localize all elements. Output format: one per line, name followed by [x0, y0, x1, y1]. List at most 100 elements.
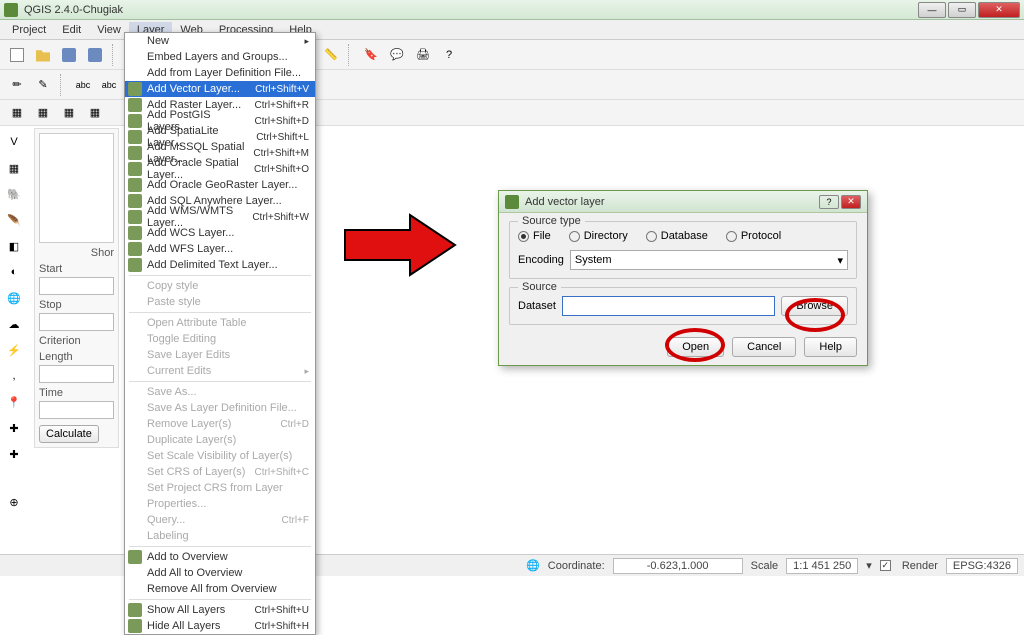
menu-item-show-all-layers[interactable]: Show All LayersCtrl+Shift+U	[125, 602, 315, 618]
add-wcs-icon[interactable]: ☁	[2, 312, 26, 336]
save-as-icon[interactable]	[84, 44, 106, 66]
dataset-input[interactable]	[562, 296, 775, 316]
menu-item-add-to-overview[interactable]: Add to Overview	[125, 549, 315, 565]
menu-item-label: Query...	[147, 514, 185, 526]
menu-item-add-wcs-layer[interactable]: Add WCS Layer...	[125, 225, 315, 241]
open-project-icon[interactable]	[32, 44, 54, 66]
radio-protocol[interactable]: Protocol	[726, 230, 781, 242]
radio-file[interactable]: File	[518, 230, 551, 242]
add-gps-icon[interactable]: 📍	[2, 390, 26, 414]
encoding-select[interactable]: System▾	[570, 250, 848, 270]
delimited-text-icon	[128, 258, 142, 272]
measure-icon[interactable]: 📏	[320, 44, 342, 66]
add-csv-icon[interactable]: ,	[2, 364, 26, 388]
start-input[interactable]	[39, 277, 114, 295]
add-spatialite-icon[interactable]: 🪶	[2, 208, 26, 232]
cancel-button[interactable]: Cancel	[732, 337, 796, 357]
layer-panel-icon[interactable]: ▦	[84, 102, 106, 124]
add-wfs-icon[interactable]: ⚡	[2, 338, 26, 362]
menu-item-add-oracle-georaster-layer[interactable]: Add Oracle GeoRaster Layer...	[125, 177, 315, 193]
menu-item-add-wfs-layer[interactable]: Add WFS Layer...	[125, 241, 315, 257]
menu-item-new[interactable]: New▸	[125, 33, 315, 49]
add-oracle-icon[interactable]: ◐	[2, 260, 26, 284]
menu-item-label: Set Project CRS from Layer	[147, 482, 283, 494]
epsg-value[interactable]: EPSG:4326	[946, 558, 1018, 574]
menu-view[interactable]: View	[89, 22, 129, 38]
new-layer-icon[interactable]: ✚	[2, 416, 26, 440]
menu-edit[interactable]: Edit	[54, 22, 89, 38]
menu-item-label: Add Delimited Text Layer...	[147, 259, 278, 271]
calculate-button[interactable]: Calculate	[39, 425, 99, 443]
scale-value[interactable]: 1:1 451 250	[786, 558, 858, 574]
menu-item-embed-layers-and-groups[interactable]: Embed Layers and Groups...	[125, 49, 315, 65]
new-layer-icon[interactable]: ✚	[2, 442, 26, 466]
menu-separator	[129, 546, 311, 547]
layer-panel-icon[interactable]: ▦	[32, 102, 54, 124]
help-icon[interactable]: ?	[438, 44, 460, 66]
menu-item-add-vector-layer[interactable]: Add Vector Layer...Ctrl+Shift+V	[125, 81, 315, 97]
window-title: QGIS 2.4.0-Chugiak	[24, 4, 918, 16]
radio-database[interactable]: Database	[646, 230, 708, 242]
dialog-title: Add vector layer	[525, 196, 819, 208]
menu-item-open-attribute-table: Open Attribute Table	[125, 315, 315, 331]
menu-item-add-oracle-spatial-layer[interactable]: Add Oracle Spatial Layer...Ctrl+Shift+O	[125, 161, 315, 177]
length-input[interactable]	[39, 365, 114, 383]
menu-item-label: Set CRS of Layer(s)	[147, 466, 245, 478]
digitize-icon[interactable]: ✎	[32, 74, 54, 96]
menu-item-label: Show All Layers	[147, 604, 225, 616]
menu-shortcut: Ctrl+Shift+W	[252, 212, 309, 223]
print-icon[interactable]: 🖨	[412, 44, 434, 66]
qgis-icon	[505, 195, 519, 209]
menu-separator	[129, 312, 311, 313]
close-button[interactable]: ✕	[978, 2, 1020, 18]
menu-item-add-wms-wmts-layer[interactable]: Add WMS/WMTS Layer...Ctrl+Shift+W	[125, 209, 315, 225]
add-vector-icon[interactable]: V	[2, 130, 26, 154]
gps-info-icon[interactable]: ⊕	[2, 490, 26, 514]
render-checkbox[interactable]	[880, 560, 891, 571]
bookmark-icon[interactable]: 🔖	[360, 44, 382, 66]
label-abc-icon[interactable]: abc	[72, 74, 94, 96]
layer-panel-icon[interactable]: ▦	[58, 102, 80, 124]
maximize-button[interactable]: ▭	[948, 2, 976, 18]
dialog-close-button[interactable]: ✕	[841, 195, 861, 209]
save-icon[interactable]	[58, 44, 80, 66]
stop-input[interactable]	[39, 313, 114, 331]
menu-item-hide-all-layers[interactable]: Hide All LayersCtrl+Shift+H	[125, 618, 315, 634]
menu-item-labeling: Labeling	[125, 528, 315, 544]
new-project-icon[interactable]	[6, 44, 28, 66]
open-button[interactable]: Open	[667, 337, 724, 357]
radio-directory[interactable]: Directory	[569, 230, 628, 242]
browse-button[interactable]: Browse	[781, 296, 848, 316]
menu-item-add-delimited-text-layer[interactable]: Add Delimited Text Layer...	[125, 257, 315, 273]
dialog-help-button[interactable]: ?	[819, 195, 839, 209]
menu-item-remove-all-from-overview[interactable]: Remove All from Overview	[125, 581, 315, 597]
globe-icon[interactable]: 🌐	[526, 559, 540, 572]
scale-lock-icon[interactable]: ▾	[866, 559, 872, 572]
dataset-label: Dataset	[518, 300, 556, 312]
menu-item-add-all-to-overview[interactable]: Add All to Overview	[125, 565, 315, 581]
qgis-icon	[4, 3, 18, 17]
layer-panel-icon[interactable]: ▦	[6, 102, 28, 124]
menu-shortcut: Ctrl+Shift+L	[256, 132, 309, 143]
menu-item-label: Copy style	[147, 280, 198, 292]
red-arrow-annotation	[340, 210, 460, 280]
add-postgis-icon[interactable]: 🐘	[2, 182, 26, 206]
vector-layer-icon	[128, 82, 142, 96]
menu-item-set-scale-visibility-of-layer-s: Set Scale Visibility of Layer(s)	[125, 448, 315, 464]
help-button[interactable]: Help	[804, 337, 857, 357]
annotation-icon[interactable]: 💬	[386, 44, 408, 66]
edit-icon[interactable]: ✏	[6, 74, 28, 96]
menu-item-label: Embed Layers and Groups...	[147, 51, 288, 63]
time-input[interactable]	[39, 401, 114, 419]
raster-layer-icon	[128, 98, 142, 112]
submenu-arrow-icon: ▸	[304, 366, 309, 377]
add-raster-icon[interactable]: ▦	[2, 156, 26, 180]
menu-item-add-from-layer-definition-file[interactable]: Add from Layer Definition File...	[125, 65, 315, 81]
label-abc-icon[interactable]: abc	[98, 74, 120, 96]
menu-project[interactable]: Project	[4, 22, 54, 38]
minimize-button[interactable]: —	[918, 2, 946, 18]
add-wms-icon[interactable]: 🌐	[2, 286, 26, 310]
menu-item-label: Remove Layer(s)	[147, 418, 231, 430]
add-mssql-icon[interactable]: ◧	[2, 234, 26, 258]
add-overview-icon	[128, 550, 142, 564]
